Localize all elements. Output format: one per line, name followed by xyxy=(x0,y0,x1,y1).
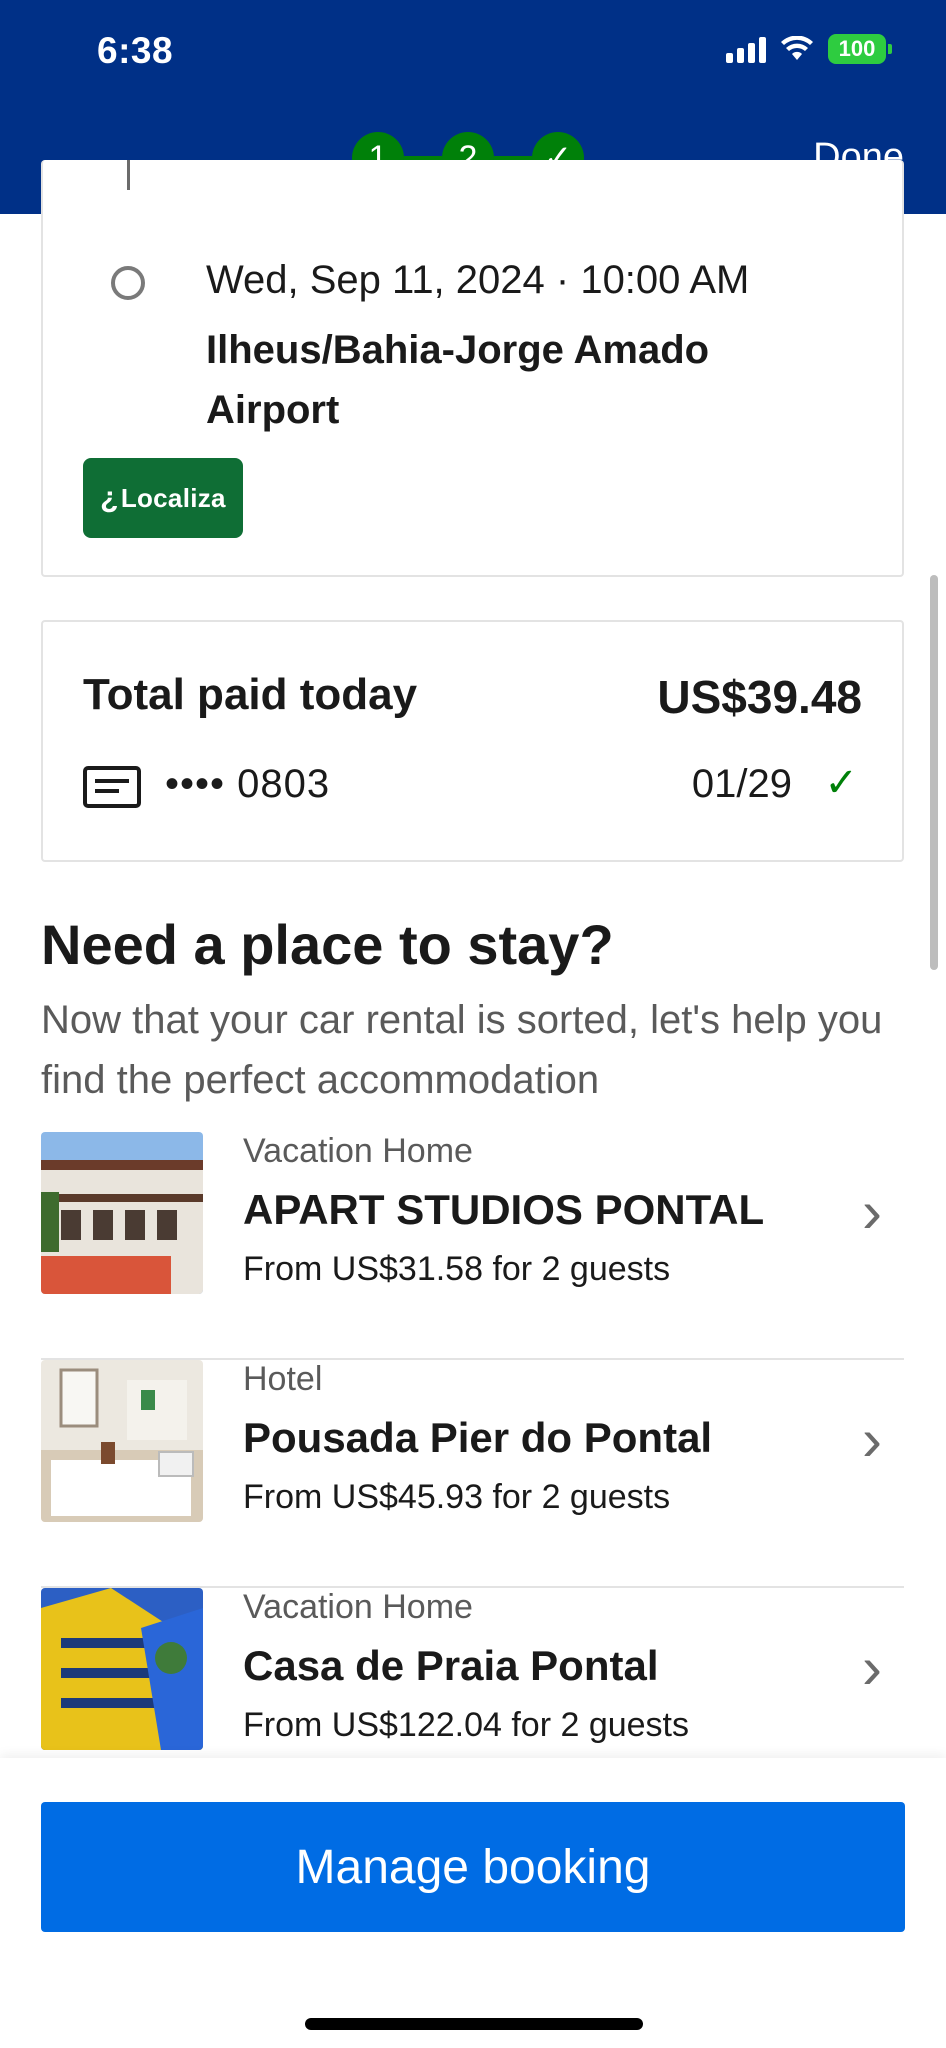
property-type: Hotel xyxy=(243,1360,323,1398)
property-item[interactable]: Hotel Pousada Pier do Pontal From US$45.… xyxy=(41,1360,904,1588)
total-paid-label: Total paid today xyxy=(83,670,418,719)
property-photo xyxy=(41,1588,203,1750)
payment-card: Total paid today US$39.48 •••• 0803 01/2… xyxy=(41,620,904,862)
chevron-right-icon: › xyxy=(862,1634,882,1701)
stay-subtitle: Now that your car rental is sorted, let'… xyxy=(41,998,883,1102)
property-name: APART STUDIOS PONTAL xyxy=(243,1186,765,1233)
status-icons: 100 xyxy=(726,34,892,64)
property-photo xyxy=(41,1360,203,1522)
property-price: From US$45.93 for 2 guests xyxy=(243,1478,671,1516)
verified-check-icon: ✓ xyxy=(824,761,858,805)
dropoff-datetime: Wed, Sep 11, 2024 · 10:00 AM xyxy=(206,258,750,302)
stay-heading: Need a place to stay? xyxy=(41,913,614,976)
status-time: 6:38 xyxy=(97,30,174,71)
bottom-action-bar: Manage booking xyxy=(0,1758,946,2048)
chevron-right-icon: › xyxy=(862,1406,882,1473)
dropoff-card: Wed, Sep 11, 2024 · 10:00 AM Ilheus/Bahi… xyxy=(41,160,904,577)
property-type: Vacation Home xyxy=(243,1132,473,1170)
property-price: From US$31.58 for 2 guests xyxy=(243,1250,671,1288)
property-name: Pousada Pier do Pontal xyxy=(243,1414,713,1461)
card-number-masked: •••• 0803 xyxy=(165,762,331,806)
total-paid-amount: US$39.48 xyxy=(657,671,862,723)
property-type: Vacation Home xyxy=(243,1588,473,1626)
battery-icon: 100 xyxy=(828,34,892,64)
home-indicator[interactable] xyxy=(305,2018,643,2030)
property-price: From US$122.04 for 2 guests xyxy=(243,1706,690,1744)
property-photo xyxy=(41,1132,203,1294)
chevron-right-icon: › xyxy=(862,1178,882,1245)
timeline-dropoff-circle-icon xyxy=(111,266,145,300)
cellular-signal-icon xyxy=(726,35,766,63)
card-expiry: 01/29 xyxy=(691,762,792,806)
wifi-icon xyxy=(781,36,813,60)
credit-card-icon xyxy=(83,766,141,808)
localiza-logo: ¿ Localiza xyxy=(83,458,243,538)
manage-booking-button[interactable]: Manage booking xyxy=(41,1802,905,1932)
property-item[interactable]: Vacation Home APART STUDIOS PONTAL From … xyxy=(41,1132,904,1360)
property-name: Casa de Praia Pontal xyxy=(243,1642,659,1689)
scrollbar[interactable] xyxy=(930,575,938,970)
dropoff-location: Ilheus/Bahia-Jorge Amado Airport xyxy=(206,328,710,432)
timeline-line xyxy=(127,160,130,190)
